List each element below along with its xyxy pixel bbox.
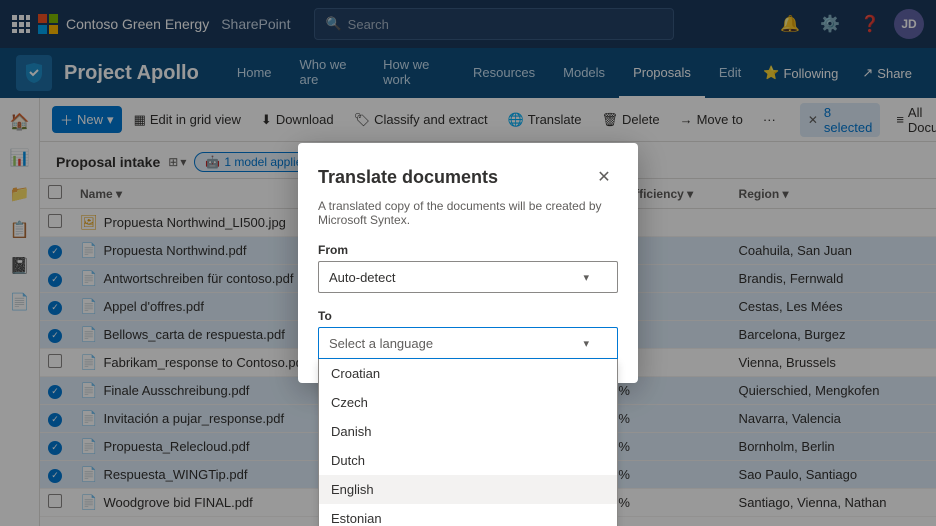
translate-dialog: Translate documents ✕ A translated copy … [298, 143, 638, 383]
dialog-title: Translate documents [318, 167, 498, 188]
from-label: From [318, 243, 618, 257]
language-option-danish[interactable]: Danish [319, 417, 617, 446]
to-label: To [318, 309, 618, 323]
dialog-body: From Auto-detect ▾ To Select a language … [298, 243, 638, 383]
language-option-dutch[interactable]: Dutch [319, 446, 617, 475]
language-option-estonian[interactable]: Estonian [319, 504, 617, 526]
language-option-czech[interactable]: Czech [319, 388, 617, 417]
dialog-subtitle: A translated copy of the documents will … [298, 199, 638, 243]
language-option-croatian[interactable]: Croatian [319, 359, 617, 388]
language-dropdown[interactable]: Croatian Czech Danish Dutch English Esto… [318, 359, 618, 526]
from-select[interactable]: Auto-detect ▾ [318, 261, 618, 293]
to-select-trigger[interactable]: Select a language ▾ [318, 327, 618, 359]
from-value: Auto-detect [329, 270, 396, 285]
language-option-english[interactable]: English [319, 475, 617, 504]
dialog-close-button[interactable]: ✕ [590, 163, 618, 191]
dialog-header: Translate documents ✕ [298, 143, 638, 199]
dialog-overlay: Translate documents ✕ A translated copy … [0, 0, 936, 526]
to-placeholder: Select a language [329, 336, 433, 351]
from-select-wrapper: Auto-detect ▾ [318, 261, 618, 293]
to-chevron-icon: ▾ [583, 337, 589, 350]
to-select-wrapper: Select a language ▾ Croatian Czech Danis… [318, 327, 618, 359]
from-chevron-icon: ▾ [583, 271, 589, 284]
